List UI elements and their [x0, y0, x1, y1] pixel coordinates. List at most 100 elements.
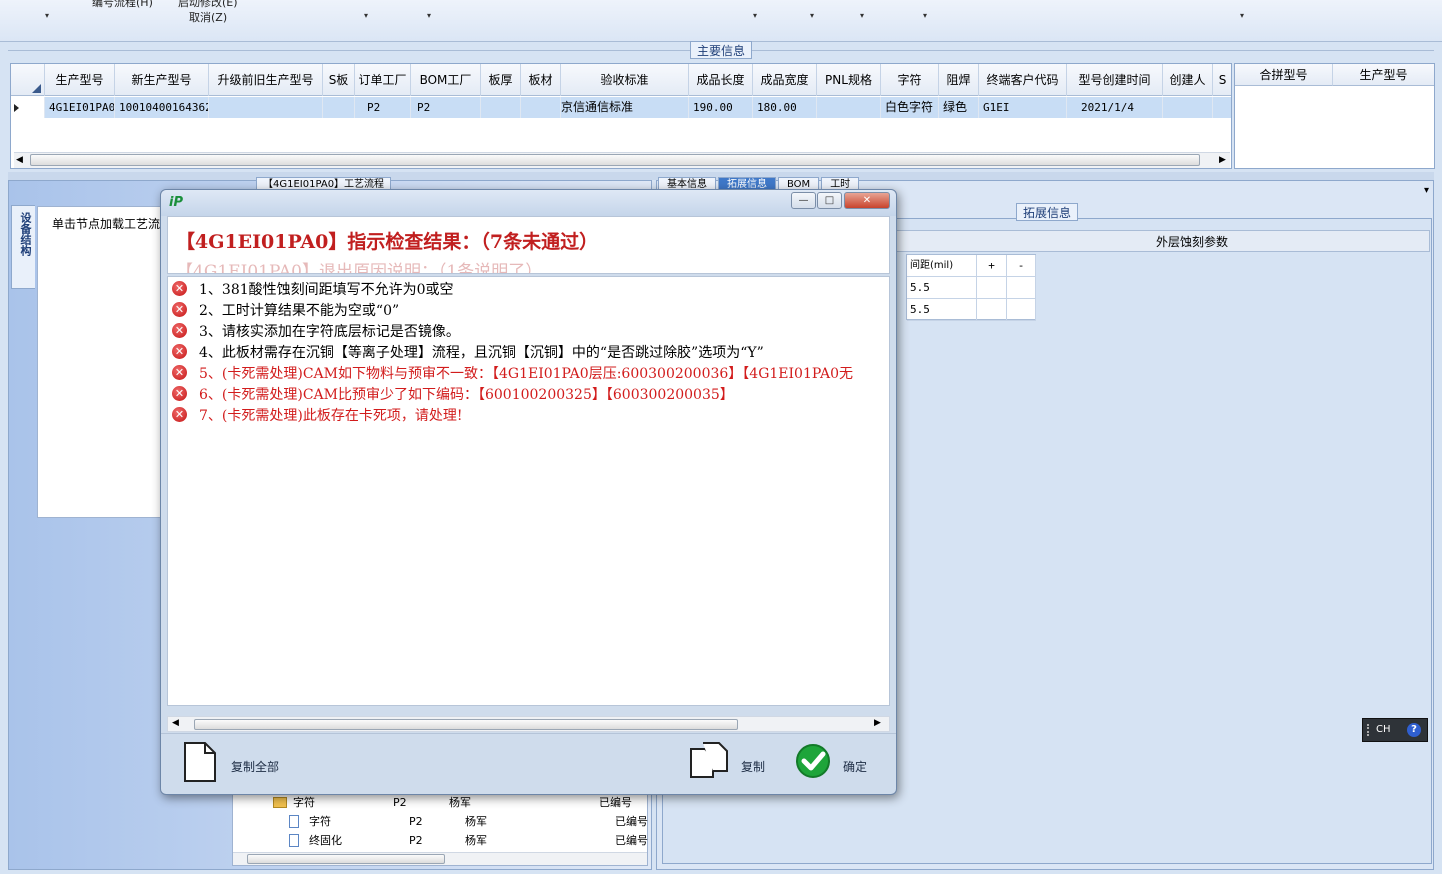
- chevron-down-icon[interactable]: ▾: [923, 11, 927, 20]
- dialog-scroll-thumb[interactable]: [194, 719, 738, 730]
- table-row[interactable]: 4G1EI01PA0 10010400164362 P2 P2 京信通信标准 1…: [11, 97, 1231, 118]
- tree-row[interactable]: − 字符 P2 杨军 已编号: [233, 793, 633, 812]
- scroll-right-icon[interactable]: ▶: [1219, 155, 1226, 165]
- col-character[interactable]: 字符: [881, 64, 939, 96]
- cell-thickness[interactable]: [481, 97, 521, 118]
- col-width[interactable]: 成品宽度: [753, 64, 817, 96]
- document-icon[interactable]: [183, 742, 217, 782]
- cell-character[interactable]: 白色字符: [881, 97, 939, 118]
- extended-info-title: 拓展信息: [1016, 203, 1079, 221]
- cell-create-time[interactable]: 2021/1/4: [1067, 97, 1163, 118]
- close-button[interactable]: ✕: [844, 192, 890, 209]
- ok-button[interactable]: 确定: [843, 758, 867, 775]
- param-cell[interactable]: [977, 299, 1007, 321]
- col-creator[interactable]: 创建人: [1163, 64, 1213, 96]
- col-customer-code[interactable]: 终端客户代码: [979, 64, 1067, 96]
- chevron-down-icon[interactable]: ▾: [45, 11, 49, 20]
- list-item[interactable]: ✕ 4、此板材需存在沉铜【等离子处理】流程，且沉铜【沉铜】中的“是否跳过除胶”选项…: [172, 341, 764, 362]
- dialog-titlebar[interactable]: iP — □ ✕: [161, 190, 896, 216]
- list-item-text: 7、(卡死需处理)此板存在卡死项，请处理!: [199, 407, 463, 424]
- maximize-button[interactable]: □: [817, 192, 842, 209]
- param-cell[interactable]: [977, 277, 1007, 299]
- ime-toolbar[interactable]: CH ?: [1362, 718, 1428, 742]
- copy-button[interactable]: 复制: [741, 758, 765, 775]
- cell-production-model[interactable]: 4G1EI01PA0: [45, 97, 115, 118]
- cell-pnl-spec[interactable]: [817, 97, 881, 118]
- check-icon[interactable]: [795, 743, 831, 779]
- cell-bom-factory[interactable]: P2: [411, 97, 481, 118]
- list-item-text: 6、(卡死需处理)CAM比预审少了如下编码：【600100200325】【600…: [199, 386, 734, 403]
- col-length[interactable]: 成品长度: [689, 64, 753, 96]
- list-item[interactable]: ✕ 5、(卡死需处理)CAM如下物料与预审不一致：【4G1EI01PA0层压:60…: [172, 362, 853, 383]
- cell-new-production-model[interactable]: 10010400164362: [115, 97, 209, 118]
- scroll-left-icon[interactable]: ◀: [172, 718, 179, 728]
- tree-scroll-thumb[interactable]: [247, 854, 445, 864]
- cell-customer-code[interactable]: G1EI: [979, 97, 1067, 118]
- col-acceptance-standard[interactable]: 验收标准: [561, 64, 689, 96]
- help-icon[interactable]: ?: [1407, 723, 1421, 737]
- col-s-board[interactable]: S板: [323, 64, 355, 96]
- col-merge-production-model[interactable]: 生产型号: [1333, 64, 1434, 86]
- cell-old-production-model[interactable]: [209, 97, 323, 118]
- cell-width[interactable]: 180.00: [753, 97, 817, 118]
- col-new-production-model[interactable]: 新生产型号: [115, 64, 209, 96]
- cell-order-factory[interactable]: P2: [355, 97, 411, 118]
- param-cell[interactable]: [1007, 299, 1036, 321]
- list-item[interactable]: ✕ 3、请核实添加在字符底层标记是否镜像。: [172, 320, 460, 341]
- app-logo-icon: iP: [169, 195, 183, 210]
- col-solder-mask[interactable]: 阻焊: [939, 64, 979, 96]
- col-create-time[interactable]: 型号创建时间: [1067, 64, 1163, 96]
- tree-row[interactable]: 终固化 P2 杨军 已编号: [233, 831, 649, 850]
- list-item[interactable]: ✕ 1、381酸性蚀刻间距填写不允许为0或空: [172, 278, 454, 299]
- process-tree-list: − 字符 P2 杨军 已编号 字符 P2 杨军 已编号 终固化 P2 杨军 已编…: [232, 790, 648, 866]
- cell-solder-mask[interactable]: 绿色: [939, 97, 979, 118]
- cell-length[interactable]: 190.00: [689, 97, 753, 118]
- tree-node-status: 已编号: [615, 834, 648, 847]
- col-material[interactable]: 板材: [521, 64, 561, 96]
- param-cell[interactable]: [1007, 277, 1036, 299]
- col-merge-model[interactable]: 合拼型号: [1235, 64, 1333, 86]
- col-bom-factory[interactable]: BOM工厂: [411, 64, 481, 96]
- chevron-down-icon[interactable]: ▾: [810, 11, 814, 20]
- cell-s-board[interactable]: [323, 97, 355, 118]
- col-pnl-spec[interactable]: PNL规格: [817, 64, 881, 96]
- param-cell[interactable]: 5.5: [907, 277, 977, 299]
- chevron-down-icon[interactable]: ▾: [427, 11, 431, 20]
- col-order-factory[interactable]: 订单工厂: [355, 64, 411, 96]
- chevron-down-icon[interactable]: ▾: [753, 11, 757, 20]
- cell-acceptance-standard[interactable]: 京信通信标准: [561, 97, 689, 118]
- chevron-down-icon[interactable]: ▾: [1424, 185, 1429, 196]
- ime-language[interactable]: CH: [1376, 724, 1391, 735]
- chevron-down-icon[interactable]: ▾: [860, 11, 864, 20]
- error-icon: ✕: [172, 344, 187, 359]
- tree-node-person: 杨军: [465, 815, 487, 828]
- tree-node-name: 字符: [309, 815, 331, 828]
- col-s[interactable]: S: [1213, 64, 1231, 96]
- dialog-horizontal-scrollbar[interactable]: ◀ ▶: [167, 716, 890, 732]
- cancel-button[interactable]: 取消(Z): [189, 9, 227, 25]
- scroll-left-icon[interactable]: ◀: [16, 155, 23, 165]
- tree-node-person: 杨军: [465, 834, 487, 847]
- grid-scroll-thumb[interactable]: [30, 154, 1200, 166]
- minimize-button[interactable]: —: [791, 192, 816, 209]
- col-production-model[interactable]: 生产型号: [45, 64, 115, 96]
- list-item[interactable]: ✕ 6、(卡死需处理)CAM比预审少了如下编码：【600100200325】【60…: [172, 383, 734, 404]
- cell-creator[interactable]: [1163, 97, 1213, 118]
- col-old-production-model[interactable]: 升级前旧生产型号: [209, 64, 323, 96]
- scroll-right-icon[interactable]: ▶: [874, 718, 881, 728]
- chevron-down-icon[interactable]: ▾: [1240, 11, 1244, 20]
- tree-expand-icon[interactable]: −: [233, 793, 253, 812]
- copy-icon[interactable]: [689, 741, 731, 781]
- menu-item-flow[interactable]: 编号流程(H): [92, 0, 153, 10]
- copy-all-button[interactable]: 复制全部: [231, 758, 279, 775]
- cell-s[interactable]: [1213, 97, 1231, 118]
- tree-row[interactable]: 字符 P2 杨军 已编号: [233, 812, 649, 831]
- cell-material[interactable]: [521, 97, 561, 118]
- param-cell[interactable]: 5.5: [907, 299, 977, 321]
- list-item[interactable]: ✕ 2、工时计算结果不能为空或“0”: [172, 299, 399, 320]
- tree-scrollbar[interactable]: [233, 852, 647, 865]
- col-thickness[interactable]: 板厚: [481, 64, 521, 96]
- chevron-down-icon[interactable]: ▾: [364, 11, 368, 20]
- list-item[interactable]: ✕ 7、(卡死需处理)此板存在卡死项，请处理!: [172, 404, 462, 425]
